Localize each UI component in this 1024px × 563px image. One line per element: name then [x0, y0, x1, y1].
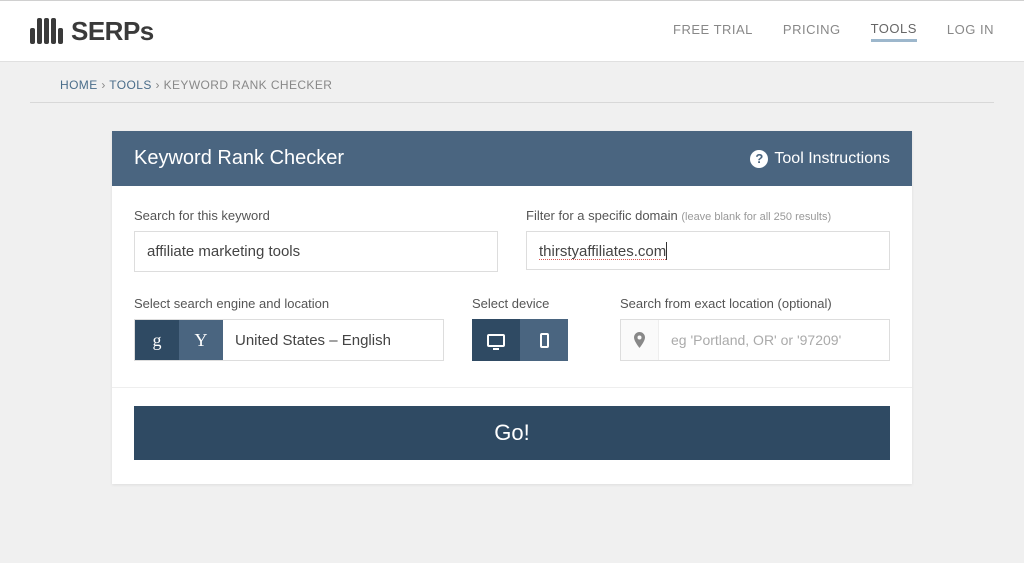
- keyword-input[interactable]: [134, 231, 498, 272]
- engine-label: Select search engine and location: [134, 296, 444, 311]
- engine-google-button[interactable]: g: [135, 320, 179, 360]
- breadcrumb: HOME › TOOLS › KEYWORD RANK CHECKER: [30, 62, 994, 103]
- location-pin-icon: [621, 320, 659, 360]
- breadcrumb-home[interactable]: HOME: [60, 78, 98, 92]
- device-selector: [472, 319, 592, 361]
- topbar: SERPs FREE TRIAL PRICING TOOLS LOG IN: [0, 0, 1024, 62]
- logo-icon: [30, 18, 63, 44]
- tool-instructions-label: Tool Instructions: [774, 150, 890, 168]
- nav-pricing[interactable]: PRICING: [783, 22, 841, 40]
- device-mobile-button[interactable]: [520, 319, 568, 361]
- engine-selector: g Y United States – English: [134, 319, 444, 361]
- nav-tools[interactable]: TOOLS: [871, 21, 917, 42]
- brand[interactable]: SERPs: [30, 16, 154, 47]
- device-desktop-button[interactable]: [472, 319, 520, 361]
- panel-body: Search for this keyword Filter for a spe…: [112, 186, 912, 388]
- nav-login[interactable]: LOG IN: [947, 22, 994, 40]
- domain-label: Filter for a specific domain (leave blan…: [526, 208, 890, 223]
- rank-checker-panel: Keyword Rank Checker ? Tool Instructions…: [112, 131, 912, 484]
- go-button[interactable]: Go!: [134, 406, 890, 460]
- mobile-icon: [540, 333, 549, 348]
- device-label: Select device: [472, 296, 592, 311]
- submit-row: Go!: [112, 388, 912, 484]
- location-input[interactable]: [659, 320, 889, 360]
- domain-hint: (leave blank for all 250 results): [681, 211, 831, 223]
- help-icon: ?: [750, 150, 768, 168]
- nav-free-trial[interactable]: FREE TRIAL: [673, 22, 753, 40]
- breadcrumb-current: KEYWORD RANK CHECKER: [164, 78, 333, 92]
- location-label: Search from exact location (optional): [620, 296, 890, 311]
- engine-yahoo-button[interactable]: Y: [179, 320, 223, 360]
- desktop-icon: [487, 334, 505, 347]
- engine-location-select[interactable]: United States – English: [223, 320, 443, 360]
- main-nav: FREE TRIAL PRICING TOOLS LOG IN: [673, 21, 994, 42]
- domain-input[interactable]: [526, 231, 890, 270]
- tool-instructions-link[interactable]: ? Tool Instructions: [750, 150, 890, 168]
- breadcrumb-tools[interactable]: TOOLS: [109, 78, 151, 92]
- brand-name: SERPs: [71, 16, 154, 47]
- panel-header: Keyword Rank Checker ? Tool Instructions: [112, 131, 912, 186]
- panel-title: Keyword Rank Checker: [134, 147, 344, 170]
- keyword-label: Search for this keyword: [134, 208, 498, 223]
